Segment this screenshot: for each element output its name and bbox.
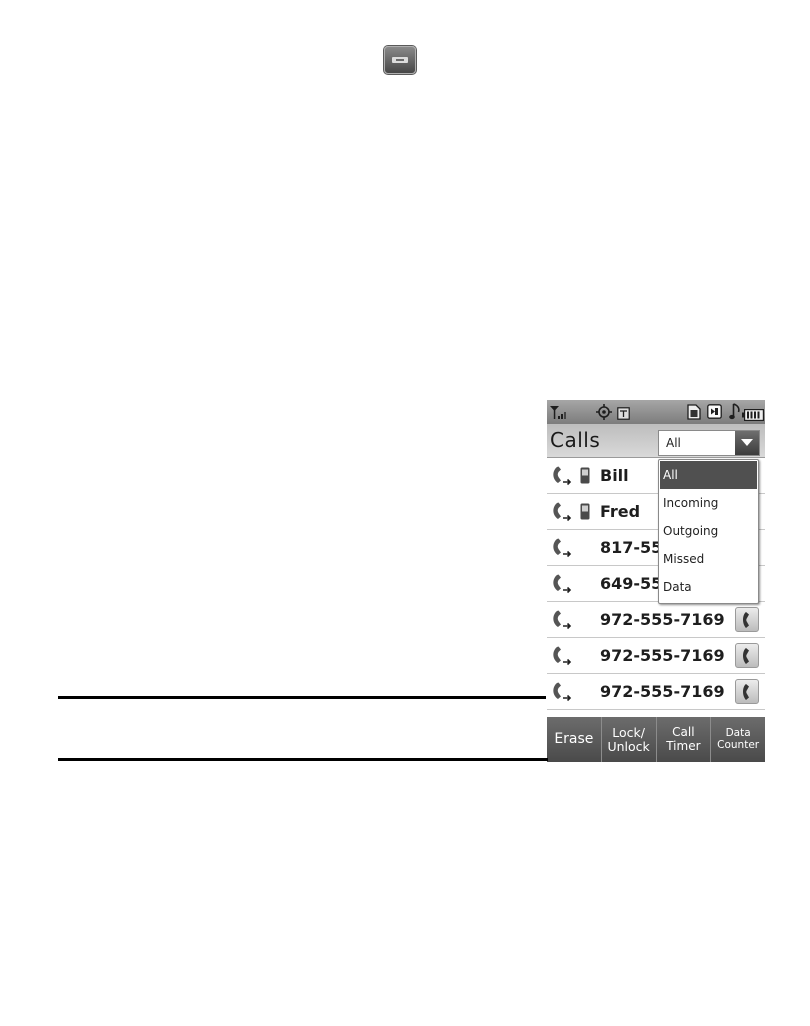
erase-button[interactable]: Erase [547,717,601,762]
call-log-row[interactable]: 972-555-7169 [547,638,765,674]
mobile-phone-icon [580,467,590,484]
filter-dropdown[interactable]: All [658,430,760,456]
call-number: 649-55 [600,574,663,593]
phone-screen: Calls All Bill Fred 817-55 649-55 972-55… [547,400,765,762]
status-indicator-icon [617,405,630,424]
battery-icon [742,406,764,425]
call-timer-button[interactable]: Call Timer [655,717,711,762]
call-number: 972-555-7169 [600,646,725,665]
filter-option-all[interactable]: All [660,461,757,489]
music-icon [729,402,741,425]
lock-unlock-button[interactable]: Lock/ Unlock [600,717,656,762]
softkey-label: Call [672,725,695,740]
softkey-label: Data [725,726,751,739]
signal-icon [549,404,571,424]
outgoing-call-icon [552,574,572,594]
outgoing-call-icon [552,466,572,486]
filter-value: All [666,436,681,450]
memory-card-icon [687,404,701,424]
call-button[interactable] [735,679,759,704]
call-log-row[interactable]: 972-555-7169 [547,602,765,638]
filter-option-outgoing[interactable]: Outgoing [660,517,757,545]
page-title: Calls [550,428,601,452]
softkey-label: Lock/ [612,724,645,740]
status-bar [547,400,765,424]
softkey-label: Counter [717,738,760,751]
status-box-icon [707,404,722,423]
filter-option-incoming[interactable]: Incoming [660,489,757,517]
softkey-label: Unlock [607,738,650,754]
data-counter-button[interactable]: Data Counter [710,717,765,762]
chevron-down-icon[interactable] [735,431,759,455]
filter-menu: All Incoming Outgoing Missed Data [658,459,759,604]
horizontal-rule [58,758,548,761]
call-number: 817-55 [600,538,663,557]
softkey-label: Timer [666,738,701,753]
outgoing-call-icon [552,682,572,702]
mobile-phone-icon [580,503,590,520]
gps-icon [595,403,613,425]
filter-option-data[interactable]: Data [660,573,757,601]
calls-header: Calls All [547,424,765,458]
outgoing-call-icon [552,502,572,522]
softkey-bar: Erase Lock/ Unlock Call Timer Data Count… [547,717,765,762]
softkey-label: Erase [554,730,594,747]
outgoing-call-icon [552,610,572,630]
call-button[interactable] [735,643,759,668]
call-log-row[interactable]: 972-555-7169 [547,674,765,710]
call-contact: Bill [600,466,629,485]
horizontal-rule [58,696,546,699]
call-number: 972-555-7169 [600,682,725,701]
outgoing-call-icon [552,646,572,666]
call-button[interactable] [735,607,759,632]
outgoing-call-icon [552,538,572,558]
call-number: 972-555-7169 [600,610,725,629]
filter-option-missed[interactable]: Missed [660,545,757,573]
menu-key-icon [384,46,416,74]
call-contact: Fred [600,502,641,521]
